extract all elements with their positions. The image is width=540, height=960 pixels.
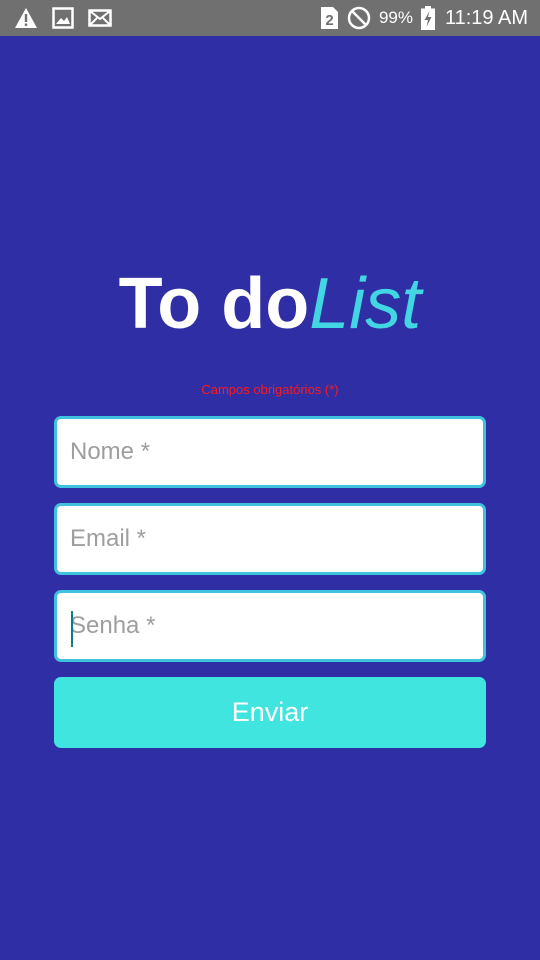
sim-2-icon: 2 <box>319 6 339 30</box>
text-cursor <box>71 611 73 647</box>
password-field[interactable] <box>54 590 486 662</box>
sim-slot-label: 2 <box>325 12 333 29</box>
app-title-list: List <box>309 264 422 344</box>
required-fields-note: Campos obrigatórios (*) <box>201 382 339 397</box>
status-bar: 2 99% 11:19 AM <box>0 0 540 36</box>
name-field[interactable] <box>54 416 486 488</box>
image-icon <box>52 7 74 29</box>
do-not-disturb-icon <box>347 6 371 30</box>
clock: 11:19 AM <box>444 6 528 29</box>
submit-button[interactable]: Enviar <box>54 677 486 748</box>
name-input[interactable] <box>70 419 483 485</box>
warning-icon <box>14 7 38 29</box>
password-input[interactable] <box>70 593 483 659</box>
email-field[interactable] <box>54 503 486 575</box>
mail-icon <box>88 9 112 27</box>
battery-percent: 99% <box>378 8 413 27</box>
notification-icons <box>0 7 112 29</box>
email-input[interactable] <box>70 506 483 572</box>
app-title-todo: To do <box>118 264 310 344</box>
app-title: To doList <box>0 262 540 346</box>
system-icons: 2 99% 11:19 AM <box>319 6 540 30</box>
battery-charging-icon <box>420 6 435 30</box>
